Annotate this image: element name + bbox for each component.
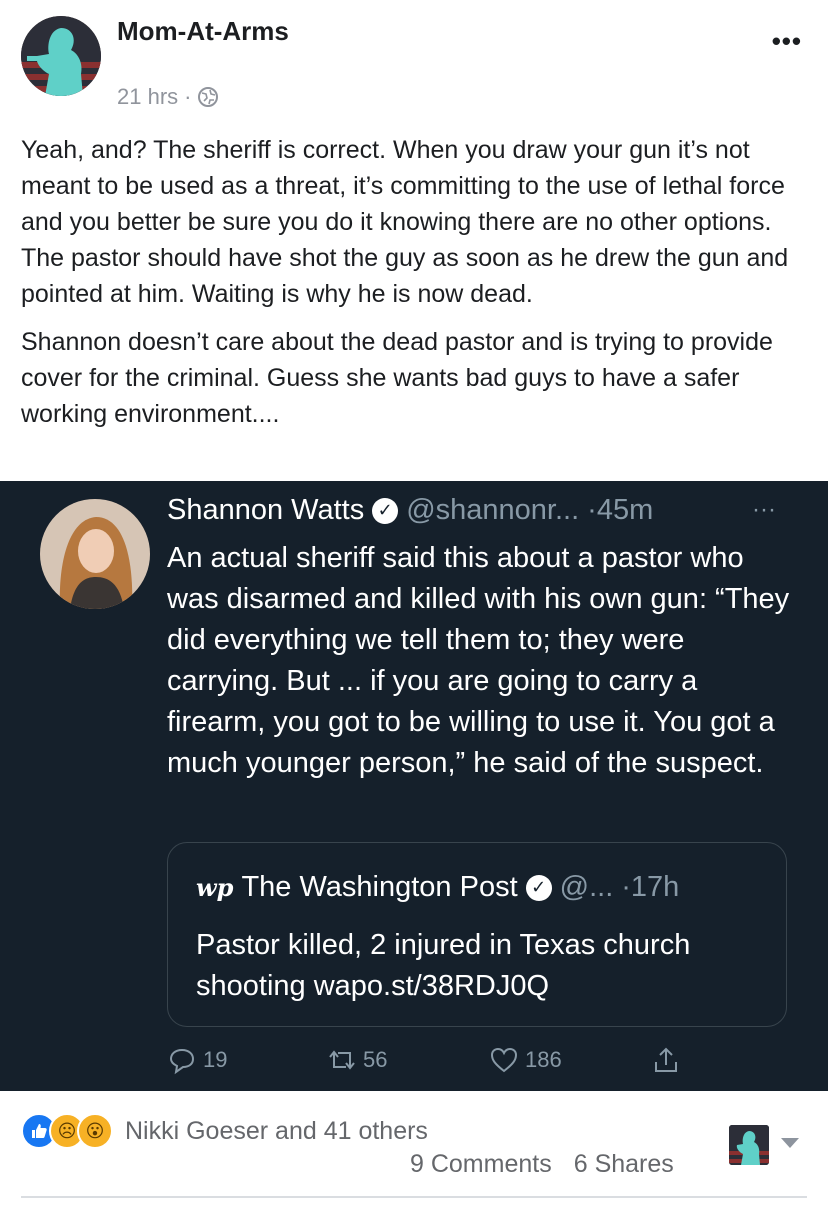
tweet-author-name: Shannon Watts xyxy=(167,494,365,526)
audience-dropdown-icon[interactable] xyxy=(781,1138,799,1148)
author-name[interactable]: Mom-At-Arms xyxy=(117,16,289,47)
post-header: Mom-At-Arms 21 hrs · ••• xyxy=(0,0,828,118)
reaction-names[interactable]: Nikki Goeser and 41 others xyxy=(125,1117,428,1146)
quoted-tweet-time: ·17h xyxy=(621,871,680,903)
tweet-text: An actual sheriff said this about a past… xyxy=(167,542,790,779)
like-action: 186 xyxy=(489,1045,562,1075)
tweet-author-avatar xyxy=(40,499,150,609)
thumbs-up-icon xyxy=(32,1124,47,1138)
share-action xyxy=(651,1045,681,1075)
tweet-more-icon: ··· xyxy=(752,496,776,523)
quoted-tweet-handle: @... xyxy=(559,871,614,903)
post-timestamp[interactable]: 21 hrs xyxy=(117,84,178,110)
tweet-handle: @shannonr... xyxy=(406,494,580,526)
retweet-action: 56 xyxy=(327,1045,387,1075)
verified-badge-icon: ✓ xyxy=(372,497,399,524)
reply-icon xyxy=(169,1048,195,1075)
verified-badge-icon: ✓ xyxy=(525,874,552,901)
quoted-tweet-text: Pastor killed, 2 injured in Texas church… xyxy=(196,929,691,1002)
retweet-icon xyxy=(329,1050,355,1070)
like-count: 186 xyxy=(525,1047,562,1072)
tweet-time: ·45m xyxy=(587,494,654,526)
quoted-tweet-author: The Washington Post xyxy=(241,871,518,903)
engagement-counts: 9 Comments 6 Shares xyxy=(410,1150,674,1179)
post-options-button[interactable]: ••• xyxy=(772,26,802,57)
reaction-summary[interactable]: ☹ 😮 Nikki Goeser and 41 others xyxy=(21,1111,811,1151)
globe-icon xyxy=(198,87,219,107)
post-body: Yeah, and? The sheriff is correct. When … xyxy=(21,132,811,444)
quoted-tweet: wp The Washington Post ✓ @... ·17h Pasto… xyxy=(167,842,787,1027)
viewer-avatar[interactable] xyxy=(729,1125,769,1165)
reply-count: 19 xyxy=(203,1047,228,1072)
quoted-tweet-header: wp The Washington Post ✓ @... ·17h xyxy=(196,871,679,904)
comments-link[interactable]: 9 Comments xyxy=(410,1150,552,1179)
share-icon xyxy=(655,1047,677,1072)
shares-link[interactable]: 6 Shares xyxy=(574,1150,674,1179)
flag-silhouette-icon xyxy=(21,16,101,96)
flag-silhouette-icon xyxy=(729,1125,769,1165)
divider xyxy=(21,1196,807,1198)
retweet-count: 56 xyxy=(363,1047,388,1072)
wow-reaction-icon: 😮 xyxy=(77,1113,113,1149)
tweet-header: Shannon Watts ✓ @shannonr... ·45m xyxy=(167,494,653,527)
tweet-actions: 19 56 186 xyxy=(167,1045,707,1081)
post-paragraph: Shannon doesn’t care about the dead past… xyxy=(21,328,773,428)
post-paragraph: Yeah, and? The sheriff is correct. When … xyxy=(21,136,789,308)
washington-post-logo: wp xyxy=(196,873,234,902)
portrait-icon xyxy=(40,499,150,609)
author-avatar[interactable] xyxy=(21,16,101,96)
heart-icon xyxy=(490,1047,518,1073)
reply-action: 19 xyxy=(167,1045,227,1075)
post-meta: 21 hrs · xyxy=(117,84,219,110)
meta-separator: · xyxy=(184,84,192,109)
